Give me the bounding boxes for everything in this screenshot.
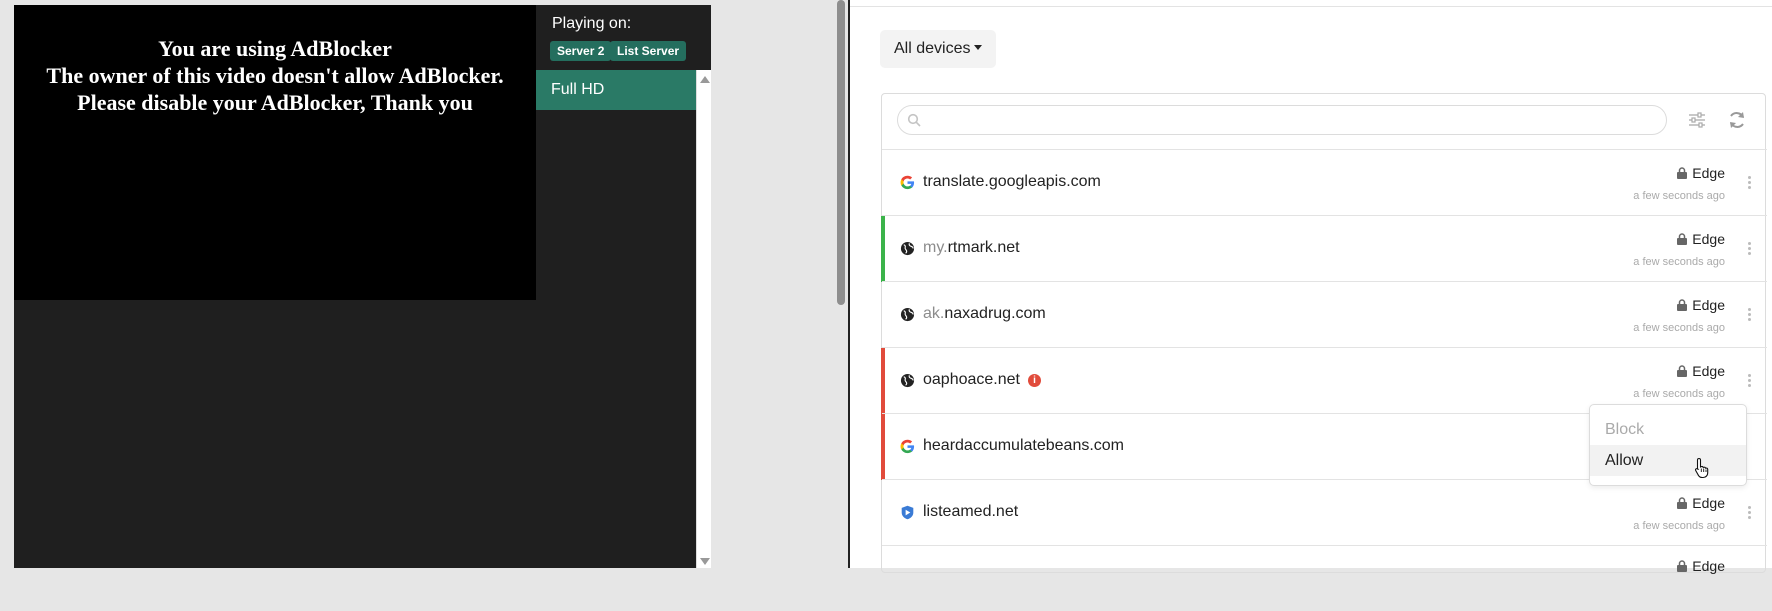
row-menu-icon[interactable] — [1748, 308, 1752, 323]
row-browser-name: Edge — [1692, 165, 1725, 181]
row-browser: Edge — [1677, 231, 1725, 247]
row-domain: my.rtmark.net — [923, 239, 1020, 257]
google-icon — [900, 439, 915, 454]
log-card: translate.googleapis.com Edge a few seco… — [881, 93, 1767, 574]
scroll-down-arrow-icon[interactable] — [700, 558, 710, 565]
row-context-menu: Block Allow — [1589, 404, 1747, 486]
row-browser: Edge — [1677, 297, 1725, 313]
row-browser-name: Edge — [1692, 297, 1725, 313]
globe-icon — [900, 373, 915, 388]
row-menu-icon[interactable] — [1748, 374, 1752, 389]
alert-icon[interactable]: i — [1027, 374, 1041, 387]
row-browser: Edge — [1677, 558, 1725, 574]
log-rows: translate.googleapis.com Edge a few seco… — [881, 149, 1767, 611]
row-time: a few seconds ago — [1633, 322, 1725, 334]
row-browser: Edge — [1677, 495, 1725, 511]
lock-icon — [1677, 365, 1688, 377]
shield-play-icon — [901, 505, 914, 520]
device-filter-dropdown[interactable]: All devices — [880, 30, 997, 68]
row-browser: Edge — [1677, 165, 1725, 181]
device-filter-label: All devices — [894, 40, 971, 57]
row-time: a few seconds ago — [1633, 190, 1725, 202]
quality-list: Full HD — [536, 70, 696, 568]
video-area[interactable]: You are using AdBlocker The owner of thi… — [14, 5, 536, 300]
row-menu-icon[interactable] — [1748, 176, 1752, 191]
page-scrollbar[interactable] — [835, 0, 847, 568]
hand-pointer-cursor-icon — [1694, 457, 1709, 479]
row-domain-name: naxadrug.com — [944, 305, 1046, 322]
page-scrollbar-thumb[interactable] — [837, 0, 845, 305]
search-input[interactable] — [897, 105, 1667, 135]
globe-icon — [900, 241, 915, 256]
row-domain-name: oaphoace.net — [923, 371, 1020, 388]
row-browser-name: Edge — [1692, 363, 1725, 379]
scroll-up-arrow-icon[interactable] — [700, 76, 710, 83]
log-row[interactable]: listeamed.net Edge a few seconds ago — [882, 479, 1767, 545]
playing-on-label: Playing on: — [552, 15, 632, 32]
row-menu-icon[interactable] — [1748, 506, 1752, 521]
row-domain: listeamed.net — [923, 503, 1018, 521]
row-browser-name: Edge — [1692, 231, 1725, 247]
search-icon — [907, 113, 921, 127]
quality-option-full-hd[interactable]: Full HD — [536, 70, 696, 110]
row-browser-name: Edge — [1692, 558, 1725, 574]
server-panel: Playing on: Server 2 List Server — [536, 5, 711, 70]
refresh-icon[interactable] — [1726, 109, 1748, 131]
adblock-line-1: You are using AdBlocker — [158, 36, 392, 61]
row-domain-name: rtmark.net — [947, 239, 1020, 256]
log-row[interactable]: my.rtmark.net Edge a few seconds ago — [881, 215, 1767, 282]
lock-icon — [1677, 233, 1688, 245]
adblock-line-3: Please disable your AdBlocker, Thank you — [77, 90, 473, 115]
row-time: a few seconds ago — [1633, 388, 1725, 400]
row-browser: Edge — [1677, 363, 1725, 379]
lock-icon — [1677, 560, 1688, 572]
google-icon — [900, 175, 915, 190]
row-subdomain: my. — [923, 239, 948, 256]
quality-scrollbar[interactable] — [696, 70, 711, 568]
row-subdomain: ak. — [923, 305, 945, 322]
log-row[interactable]: translate.googleapis.com Edge a few seco… — [882, 149, 1767, 215]
row-domain-name: listeamed.net — [923, 503, 1019, 520]
row-domain: translate.googleapis.com — [923, 173, 1101, 191]
caret-down-icon — [974, 44, 983, 50]
lock-icon — [1677, 299, 1688, 311]
row-menu-icon[interactable] — [1748, 242, 1752, 257]
server-2-button[interactable]: Server 2 — [550, 41, 612, 61]
list-server-button[interactable]: List Server — [610, 41, 687, 61]
log-row[interactable]: Edge — [882, 545, 1767, 611]
row-domain: oaphoace.net i — [923, 371, 1041, 389]
filter-settings-icon[interactable] — [1686, 109, 1708, 131]
block-menu-item[interactable]: Block — [1590, 414, 1746, 445]
row-domain-name: heardaccumulatebeans.com — [923, 437, 1125, 454]
row-domain-name: translate.googleapis.com — [923, 173, 1101, 190]
row-domain: ak.naxadrug.com — [923, 305, 1046, 323]
log-row[interactable]: ak.naxadrug.com Edge a few seconds ago — [882, 281, 1767, 347]
lock-icon — [1677, 497, 1688, 509]
video-player: You are using AdBlocker The owner of thi… — [14, 5, 711, 568]
row-time: a few seconds ago — [1633, 520, 1725, 532]
adblock-line-2: The owner of this video doesn't allow Ad… — [46, 63, 504, 88]
video-page: You are using AdBlocker The owner of thi… — [0, 0, 847, 568]
adblock-message: You are using AdBlocker The owner of thi… — [14, 35, 536, 116]
row-browser-name: Edge — [1692, 495, 1725, 511]
allow-menu-item[interactable]: Allow — [1590, 445, 1746, 476]
row-domain: heardaccumulatebeans.com — [923, 437, 1124, 455]
row-time: a few seconds ago — [1633, 256, 1725, 268]
lock-icon — [1677, 167, 1688, 179]
top-rule — [850, 6, 1772, 7]
globe-icon — [900, 307, 915, 322]
